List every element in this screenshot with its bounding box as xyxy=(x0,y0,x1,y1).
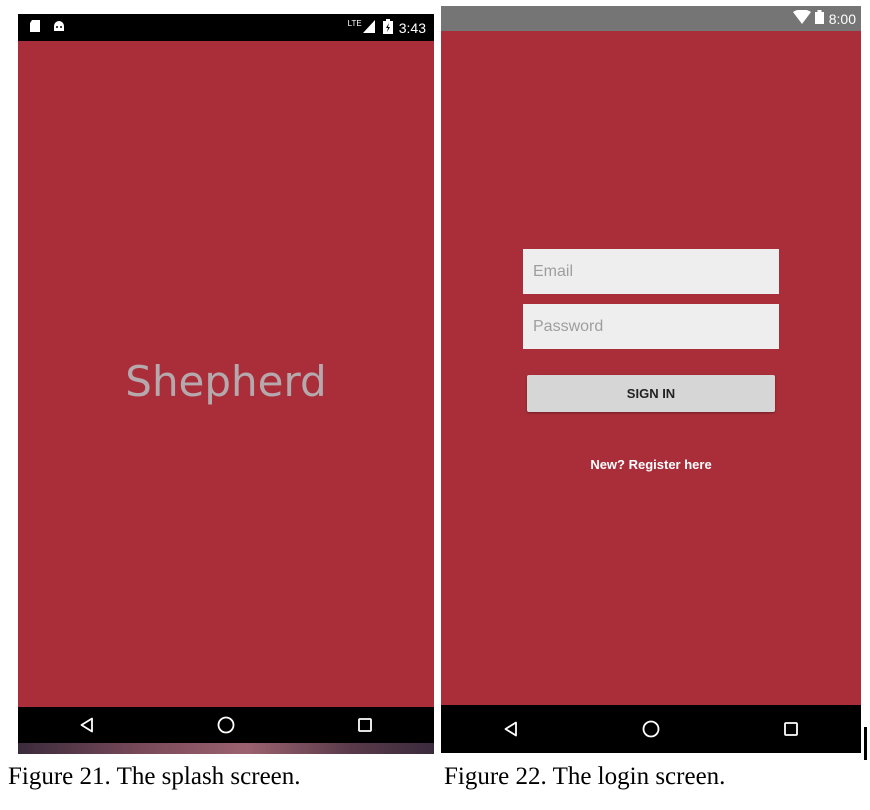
navigation-bar xyxy=(18,707,434,743)
signal-icon xyxy=(362,19,375,36)
home-icon[interactable] xyxy=(214,713,238,737)
status-bar: 8:00 xyxy=(441,6,861,31)
splash-content: Shepherd xyxy=(18,41,434,707)
recents-icon[interactable] xyxy=(779,717,803,741)
login-content: SIGN IN New? Register here xyxy=(441,31,861,705)
battery-charging-icon xyxy=(382,18,393,37)
password-field[interactable] xyxy=(523,304,779,349)
register-link[interactable]: New? Register here xyxy=(441,457,861,472)
back-icon[interactable] xyxy=(75,713,99,737)
email-field[interactable] xyxy=(523,249,779,294)
sign-in-button[interactable]: SIGN IN xyxy=(527,375,775,412)
android-icon xyxy=(52,19,66,36)
status-bar: LTE 3:43 xyxy=(18,14,434,41)
app-title: Shepherd xyxy=(125,357,327,406)
login-caption: Figure 22. The login screen. xyxy=(444,763,726,790)
splash-caption: Figure 21. The splash screen. xyxy=(8,763,301,790)
login-screen-phone: 8:00 SIGN IN New? Register here xyxy=(441,6,861,754)
battery-icon xyxy=(814,10,824,27)
network-type-label: LTE xyxy=(347,19,362,28)
status-time: 8:00 xyxy=(828,10,856,27)
text-cursor xyxy=(864,727,867,760)
recents-icon[interactable] xyxy=(353,713,377,737)
wallpaper-strip xyxy=(18,743,434,754)
sd-card-icon xyxy=(28,19,42,36)
splash-screen-phone: LTE 3:43 Shepherd xyxy=(18,14,434,754)
status-time: 3:43 xyxy=(398,19,426,36)
home-icon[interactable] xyxy=(639,717,663,741)
back-icon[interactable] xyxy=(499,717,523,741)
navigation-bar xyxy=(441,705,861,753)
wifi-icon xyxy=(792,9,811,27)
